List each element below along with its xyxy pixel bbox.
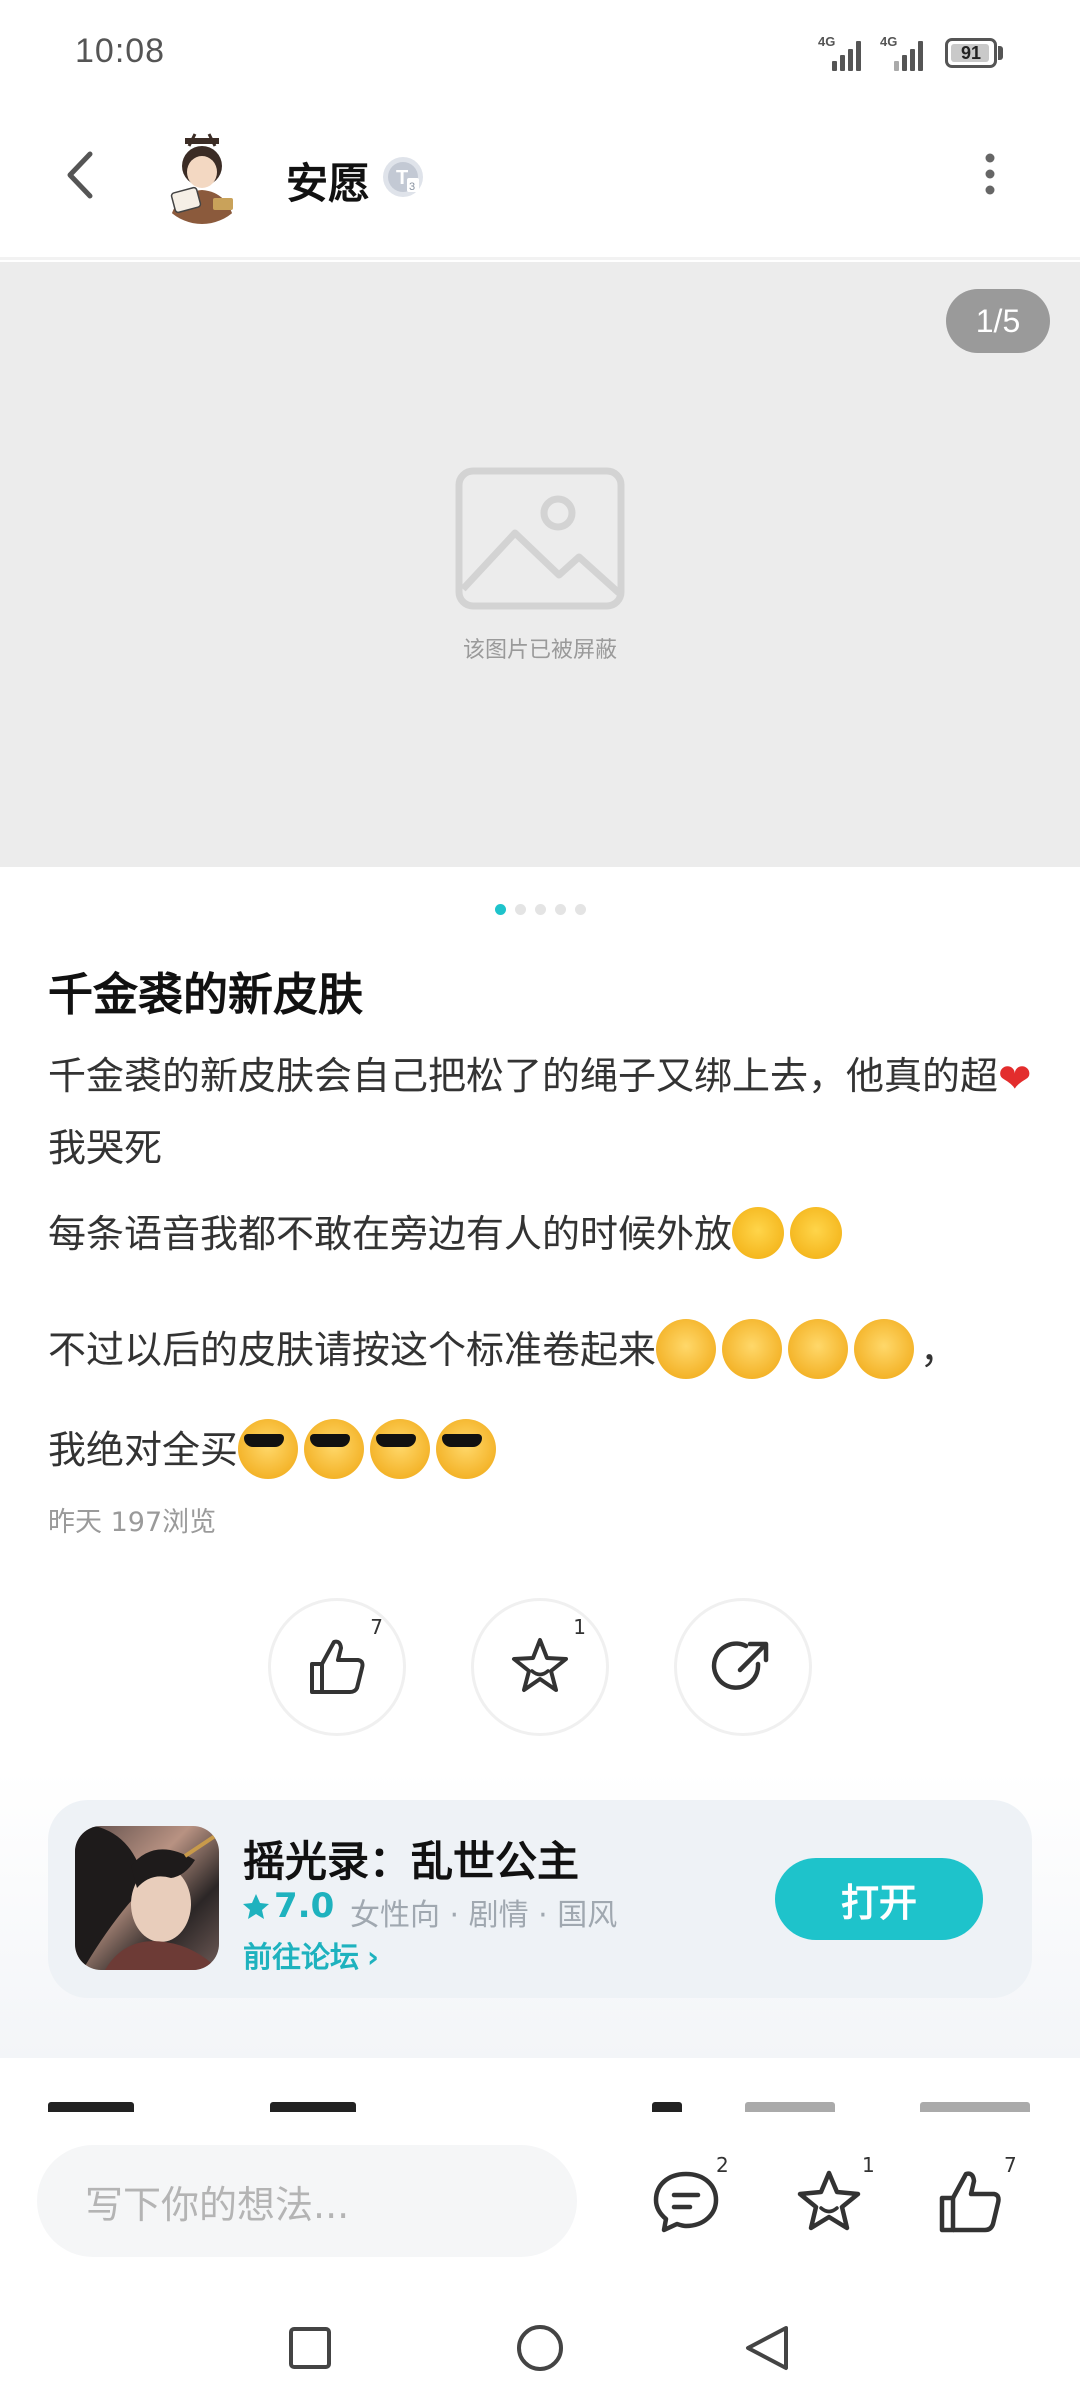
pagination-dot[interactable] bbox=[574, 904, 586, 915]
like-bar-count: 7 bbox=[1004, 2153, 1017, 2177]
chevron-right-icon: › bbox=[367, 1940, 379, 1974]
game-score: 7.0 bbox=[274, 1886, 335, 1926]
smiling-emoji-icon bbox=[854, 1318, 915, 1379]
back-button[interactable] bbox=[58, 150, 108, 200]
sunglasses-emoji-icon bbox=[436, 1418, 497, 1479]
post-paragraph: 千金裘的新皮肤会自己把松了的绳子又绑上去，他真的超❤我哭死 bbox=[48, 1054, 1032, 1170]
smiling-emoji-icon bbox=[722, 1318, 783, 1379]
image-blocked-text: 该图片已被屏蔽 bbox=[462, 638, 617, 663]
pagination-dot[interactable] bbox=[494, 904, 506, 915]
username[interactable]: 安愿 bbox=[286, 150, 370, 211]
status-bar: 10:08 4G 4G 91 bbox=[0, 0, 1080, 110]
chevron-left-icon bbox=[67, 151, 93, 199]
thumbs-up-icon bbox=[939, 2171, 1001, 2233]
svg-text:T: T bbox=[396, 167, 408, 189]
signal-icon: 4G bbox=[880, 35, 928, 71]
share-icon bbox=[711, 1641, 769, 1690]
like-count: 7 bbox=[370, 1615, 383, 1639]
more-options-button[interactable] bbox=[975, 150, 1005, 200]
comment-icon bbox=[653, 2171, 719, 2233]
game-tags: 女性向 · 剧情 · 国风 bbox=[350, 1898, 618, 1933]
level-badge: T 3 bbox=[380, 154, 426, 200]
svg-text:3: 3 bbox=[409, 181, 415, 193]
laughing-emoji-icon bbox=[732, 1206, 785, 1259]
post-paragraph: 不过以后的皮肤请按这个标准卷起来，我绝对全买 bbox=[48, 1300, 1038, 1500]
favorite-bar-button[interactable] bbox=[793, 2168, 865, 2236]
like-bar-button[interactable] bbox=[936, 2168, 1008, 2236]
game-name[interactable]: 摇光录：乱世公主 bbox=[243, 1828, 579, 1889]
laughing-emoji-icon bbox=[790, 1206, 843, 1259]
comment-input[interactable]: 写下你的想法... bbox=[37, 2145, 577, 2257]
favorite-button[interactable]: 1 bbox=[471, 1598, 609, 1736]
like-button[interactable]: 7 bbox=[268, 1598, 406, 1736]
share-button[interactable] bbox=[674, 1598, 812, 1736]
pagination-dot[interactable] bbox=[554, 904, 566, 915]
recent-apps-icon[interactable] bbox=[287, 2325, 333, 2371]
open-game-button[interactable]: 打开 bbox=[775, 1858, 983, 1940]
system-nav-bar bbox=[0, 2288, 1080, 2403]
favorite-count: 1 bbox=[573, 1615, 586, 1639]
signal-icon: 4G bbox=[818, 35, 866, 71]
image-placeholder-icon bbox=[455, 467, 625, 610]
smiling-emoji-icon bbox=[656, 1318, 717, 1379]
pagination-dots bbox=[0, 904, 1080, 916]
pagination-dot[interactable] bbox=[514, 904, 526, 915]
status-time: 10:08 bbox=[75, 32, 166, 70]
sunglasses-emoji-icon bbox=[370, 1418, 431, 1479]
comment-tabs-strip bbox=[0, 2058, 1080, 2118]
comment-button[interactable] bbox=[650, 2168, 722, 2236]
forum-link[interactable]: 前往论坛 › bbox=[243, 1934, 379, 1976]
image-counter: 1/5 bbox=[946, 289, 1050, 353]
battery-icon: 91 bbox=[945, 38, 997, 68]
pagination-dot[interactable] bbox=[534, 904, 546, 915]
favorite-bar-count: 1 bbox=[862, 2153, 875, 2177]
rating-star-icon bbox=[241, 1892, 271, 1922]
post-meta: 昨天 197浏览 bbox=[48, 1507, 217, 1538]
battery-tip bbox=[998, 46, 1003, 60]
post-paragraph: 每条语音我都不敢在旁边有人的时候外放 bbox=[48, 1198, 1038, 1270]
more-vertical-icon bbox=[985, 153, 995, 195]
post-title: 千金裘的新皮肤 bbox=[48, 968, 364, 1021]
sunglasses-emoji-icon bbox=[238, 1418, 299, 1479]
header-divider bbox=[0, 257, 1080, 260]
game-icon[interactable] bbox=[75, 1826, 219, 1970]
thumbs-up-icon bbox=[310, 1639, 365, 1694]
avatar[interactable] bbox=[155, 130, 249, 224]
home-icon[interactable] bbox=[515, 2323, 565, 2373]
heart-emoji-icon: ❤ bbox=[998, 1055, 1032, 1102]
star-icon bbox=[512, 1638, 568, 1692]
sunglasses-emoji-icon bbox=[304, 1418, 365, 1479]
back-nav-icon[interactable] bbox=[742, 2323, 792, 2373]
comment-count: 2 bbox=[716, 2153, 729, 2177]
smiling-emoji-icon bbox=[788, 1318, 849, 1379]
star-icon bbox=[797, 2170, 861, 2231]
